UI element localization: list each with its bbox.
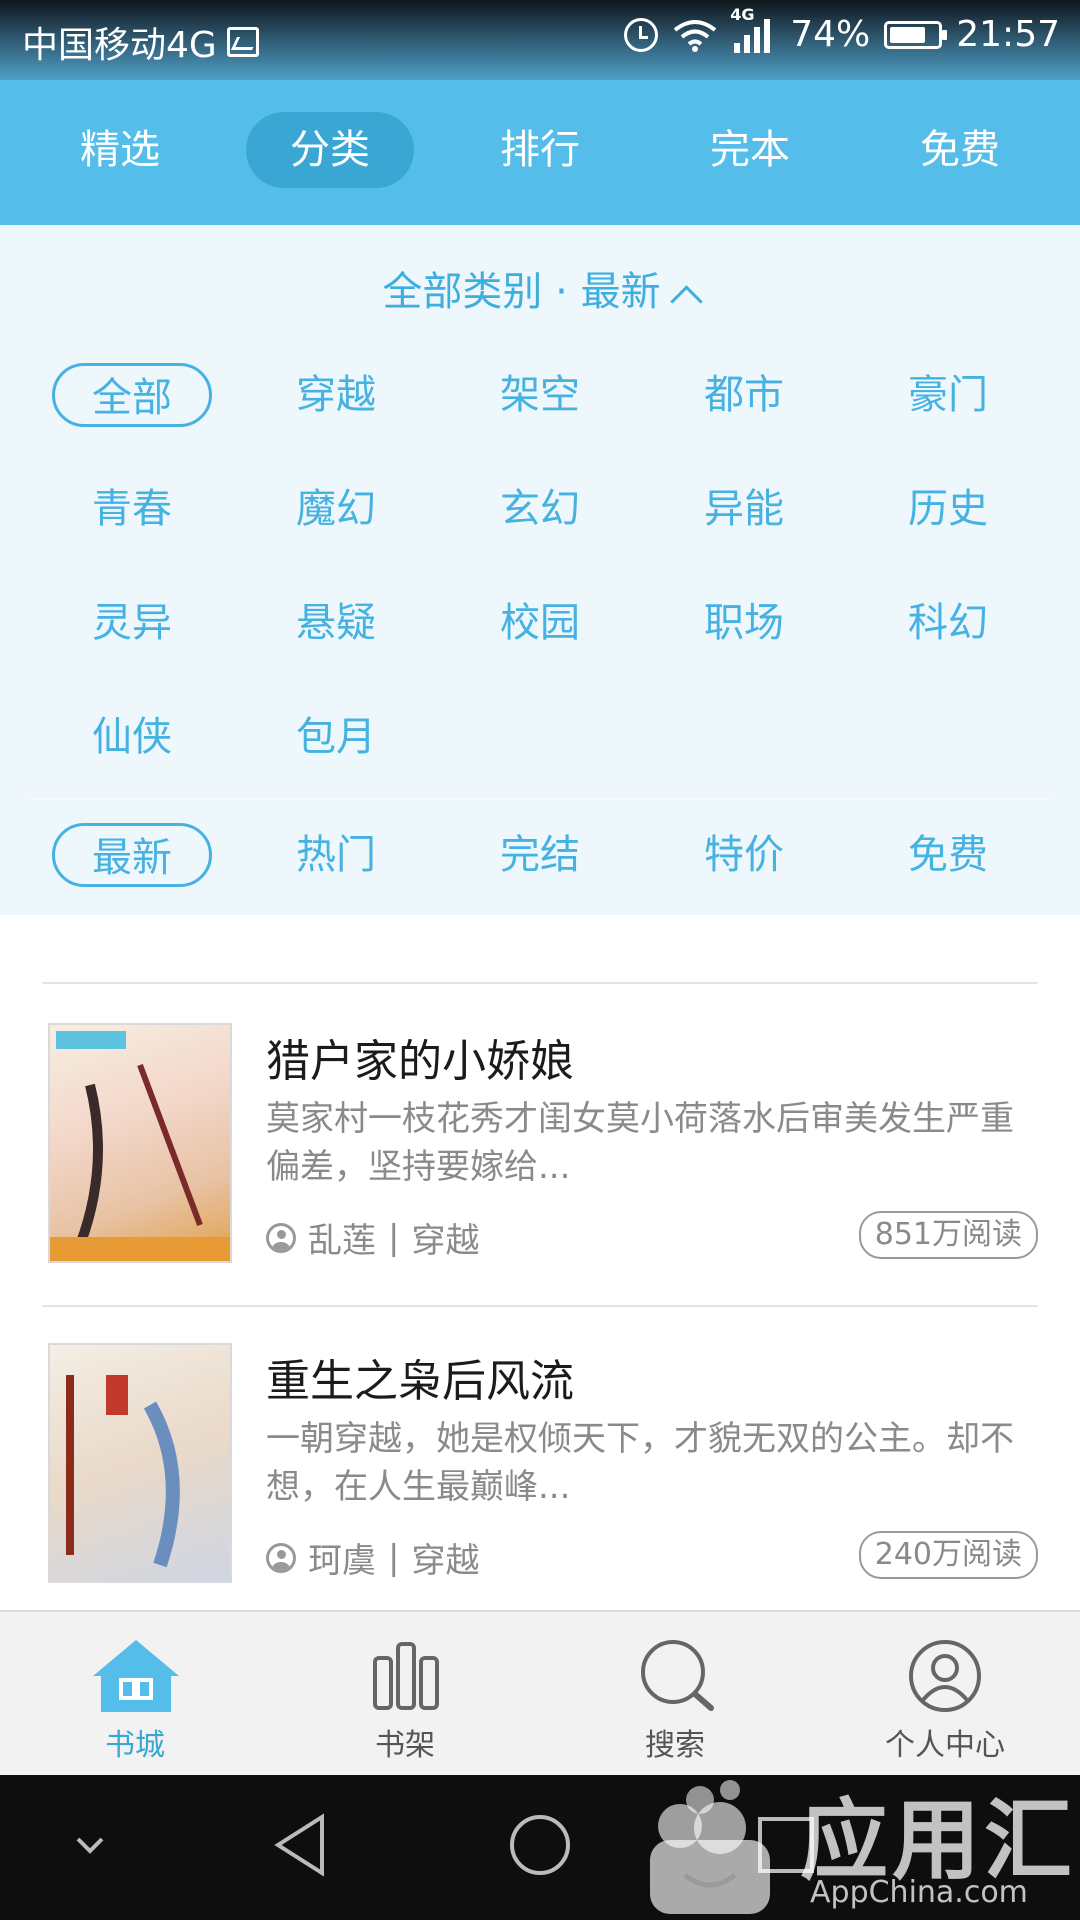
status-right: 4G 74% 21:57 bbox=[624, 5, 1060, 55]
read-count-badge: 851万阅读 bbox=[858, 1211, 1038, 1259]
category-filter-panel: 全部类别 · 最新 全部 穿越 架空 都市 豪门 青春 魔幻 玄幻 异能 历史 … bbox=[0, 225, 1080, 915]
author-icon bbox=[266, 1222, 296, 1253]
sort-chip[interactable]: 热门 bbox=[256, 823, 416, 887]
book-author: 珂虞 bbox=[308, 1541, 376, 1581]
category-chip[interactable]: 都市 bbox=[664, 363, 824, 427]
category-chip[interactable]: 悬疑 bbox=[256, 591, 416, 655]
image-notification-icon bbox=[226, 27, 259, 57]
profile-icon bbox=[909, 1640, 981, 1712]
book-cover bbox=[48, 1023, 232, 1263]
list-item[interactable]: 重生之枭后风流 一朝穿越，她是权倾天下，才貌无双的公主。却不想，在人生最巅峰..… bbox=[0, 1305, 1080, 1610]
hide-keyboard-chevron-icon[interactable] bbox=[74, 1835, 106, 1855]
filter-divider bbox=[30, 798, 1050, 800]
book-genre: 穿越 bbox=[411, 1221, 480, 1261]
tab-featured[interactable]: 精选 bbox=[36, 112, 204, 188]
book-title: 重生之枭后风流 bbox=[266, 1356, 574, 1407]
bookstore-home-icon bbox=[93, 1640, 179, 1712]
read-count-badge: 240万阅读 bbox=[858, 1531, 1038, 1579]
book-genre: 穿越 bbox=[411, 1541, 480, 1581]
book-description: 莫家村一枝花秀才闺女莫小荷落水后审美发生严重偏差，坚持要嫁给... bbox=[266, 1099, 1014, 1187]
sort-chip-latest[interactable]: 最新 bbox=[52, 823, 212, 887]
category-chip[interactable]: 架空 bbox=[460, 363, 620, 427]
appchina-watermark: 应用汇 AppChina.com bbox=[640, 1740, 1080, 1920]
category-chip[interactable]: 青春 bbox=[52, 477, 212, 541]
book-meta: 珂虞 | 穿越 bbox=[266, 1533, 479, 1582]
category-chip[interactable]: 灵异 bbox=[52, 591, 212, 655]
category-chip[interactable]: 穿越 bbox=[256, 363, 416, 427]
chevron-up-icon bbox=[669, 285, 703, 318]
meta-separator: | bbox=[388, 1537, 400, 1578]
sort-chip[interactable]: 完结 bbox=[460, 823, 620, 887]
nav-bookshelf-label: 书架 bbox=[375, 1728, 435, 1763]
carrier-label: 中国移动4G bbox=[22, 25, 217, 66]
sort-chip[interactable]: 特价 bbox=[664, 823, 824, 887]
category-chip[interactable]: 历史 bbox=[868, 477, 1028, 541]
cell-signal-icon: 4G bbox=[730, 5, 776, 55]
category-chip[interactable]: 魔幻 bbox=[256, 477, 416, 541]
book-author: 乱莲 bbox=[308, 1221, 376, 1261]
tab-completed[interactable]: 完本 bbox=[666, 112, 834, 188]
home-icon[interactable] bbox=[508, 1813, 572, 1877]
tab-category[interactable]: 分类 bbox=[246, 112, 414, 188]
watermark-brand-en: AppChina.com bbox=[810, 1875, 1028, 1910]
author-icon bbox=[266, 1542, 296, 1573]
book-description: 一朝穿越，她是权倾天下，才貌无双的公主。却不想，在人生最巅峰... bbox=[266, 1419, 1014, 1507]
category-chip[interactable]: 包月 bbox=[256, 705, 416, 769]
battery-icon bbox=[884, 20, 948, 49]
alarm-icon bbox=[624, 17, 659, 52]
category-chip-all[interactable]: 全部 bbox=[52, 363, 212, 427]
filter-header-label: 全部类别 · 最新 bbox=[382, 269, 661, 315]
network-type-badge: 4G bbox=[730, 4, 755, 24]
top-tab-bar: 精选 分类 排行 完本 免费 bbox=[0, 80, 1080, 225]
book-title: 猎户家的小娇娘 bbox=[266, 1036, 574, 1087]
book-meta: 乱莲 | 穿越 bbox=[266, 1213, 479, 1262]
list-divider bbox=[42, 982, 1038, 984]
status-left: 中国移动4G bbox=[22, 16, 259, 68]
nav-bookstore[interactable]: 书城 bbox=[35, 1612, 235, 1777]
category-chip[interactable]: 仙侠 bbox=[52, 705, 212, 769]
category-chip[interactable]: 校园 bbox=[460, 591, 620, 655]
tab-free[interactable]: 免费 bbox=[876, 112, 1044, 188]
wifi-icon bbox=[672, 18, 718, 52]
meta-separator: | bbox=[388, 1217, 400, 1258]
nav-bookshelf[interactable]: 书架 bbox=[305, 1612, 505, 1777]
category-chip[interactable]: 职场 bbox=[664, 591, 824, 655]
status-bar: 中国移动4G 4G 74% 21:57 bbox=[0, 0, 1080, 80]
list-item[interactable]: 猎户家的小娇娘 莫家村一枝花秀才闺女莫小荷落水后审美发生严重偏差，坚持要嫁给..… bbox=[0, 985, 1080, 1305]
nav-bookstore-label: 书城 bbox=[105, 1728, 165, 1763]
app-root: 中国移动4G 4G 74% 21:57 精选 分类 排行 完本 免费 猎户家的小… bbox=[0, 0, 1080, 1920]
category-chip[interactable]: 异能 bbox=[664, 477, 824, 541]
category-chip[interactable]: 玄幻 bbox=[460, 477, 620, 541]
category-chip[interactable]: 科幻 bbox=[868, 591, 1028, 655]
bookshelf-icon bbox=[373, 1642, 439, 1710]
clock: 21:57 bbox=[956, 14, 1060, 55]
back-icon[interactable] bbox=[272, 1813, 328, 1877]
book-cover bbox=[48, 1343, 232, 1583]
filter-header[interactable]: 全部类别 · 最新 bbox=[0, 259, 1080, 318]
search-icon bbox=[641, 1640, 714, 1711]
category-chip[interactable]: 豪门 bbox=[868, 363, 1028, 427]
tab-ranking[interactable]: 排行 bbox=[456, 112, 624, 188]
appchina-logo-icon bbox=[650, 1780, 770, 1914]
battery-percent: 74% bbox=[790, 14, 871, 55]
sort-chip[interactable]: 免费 bbox=[868, 823, 1028, 887]
